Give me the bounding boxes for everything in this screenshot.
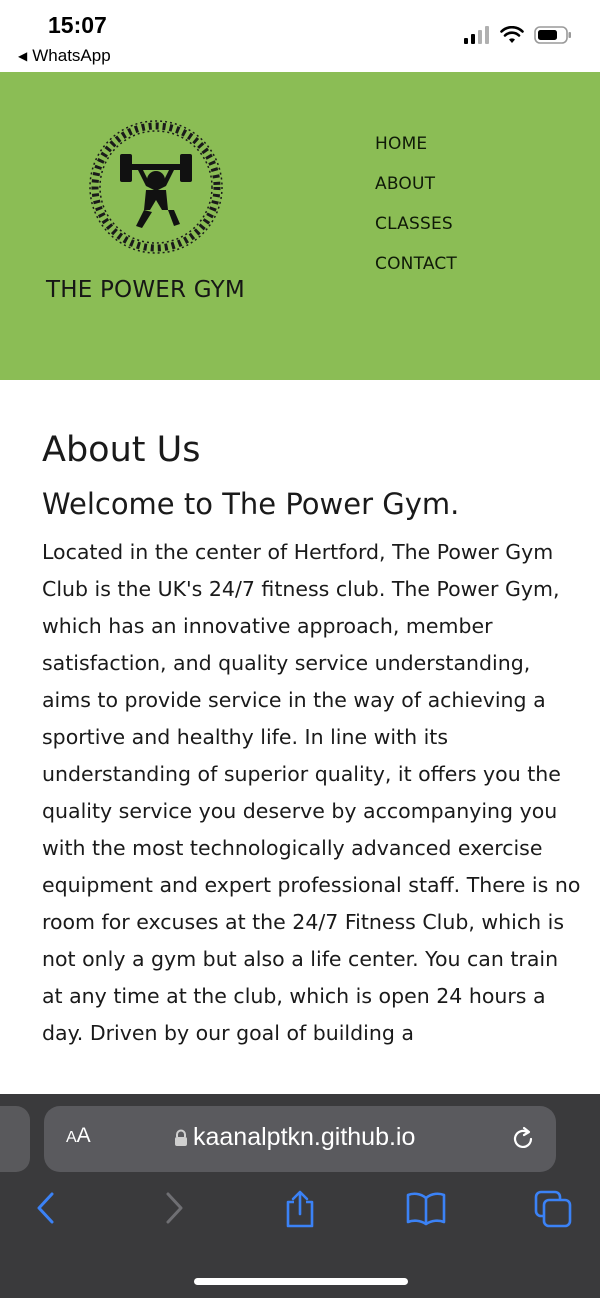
browser-nav-buttons [0, 1190, 600, 1240]
nav-item-about: ABOUT [375, 174, 457, 214]
welcome-heading: Welcome to The Power Gym. [42, 487, 460, 521]
text-size-button[interactable]: AA [66, 1124, 91, 1148]
nav-link-home[interactable]: HOME [375, 134, 427, 154]
address-bar[interactable]: AA kaanalptkn.github.io [44, 1106, 556, 1172]
about-section: About Us Welcome to The Power Gym. Locat… [42, 428, 582, 1052]
clock: 15:07 [48, 12, 107, 38]
site-header: THE POWER GYM HOME ABOUT CLASSES CONTACT [0, 72, 600, 380]
forward-chevron-icon[interactable] [162, 1190, 188, 1230]
battery-icon [534, 26, 571, 44]
logo-wordmark[interactable]: THE POWER GYM [46, 277, 245, 303]
nav-link-classes[interactable]: CLASSES [375, 214, 453, 234]
tabs-icon[interactable] [534, 1190, 572, 1232]
home-indicator[interactable] [194, 1278, 408, 1285]
back-to-app-link[interactable]: ◀ WhatsApp [18, 46, 111, 66]
gym-logo-icon[interactable] [86, 112, 226, 276]
back-chevron-icon[interactable] [32, 1190, 58, 1230]
signal-icon [464, 26, 489, 44]
bookmarks-icon[interactable] [406, 1190, 446, 1230]
nav-item-classes: CLASSES [375, 214, 457, 254]
nav-item-home: HOME [375, 134, 457, 174]
share-icon[interactable] [284, 1190, 316, 1232]
browser-toolbar: AA kaanalptkn.github.io [0, 1094, 600, 1298]
wifi-icon [500, 26, 524, 43]
lock-icon [175, 1129, 187, 1146]
main-nav: HOME ABOUT CLASSES CONTACT [375, 134, 457, 294]
url-display[interactable]: kaanalptkn.github.io [174, 1123, 415, 1152]
status-bar: 15:07 ◀ WhatsApp [0, 0, 600, 72]
page-title: About Us [42, 430, 201, 470]
nav-link-about[interactable]: ABOUT [375, 174, 435, 194]
nav-item-contact: CONTACT [375, 254, 457, 294]
previous-tab-preview[interactable] [0, 1106, 30, 1172]
back-app-label: WhatsApp [32, 46, 111, 65]
url-text: kaanalptkn.github.io [193, 1123, 416, 1151]
system-icons [464, 26, 572, 44]
back-triangle-icon: ◀ [18, 49, 28, 63]
about-paragraph: Located in the center of Hertford, The P… [42, 540, 581, 1045]
nav-link-contact[interactable]: CONTACT [375, 254, 457, 274]
reload-icon[interactable] [510, 1126, 536, 1156]
